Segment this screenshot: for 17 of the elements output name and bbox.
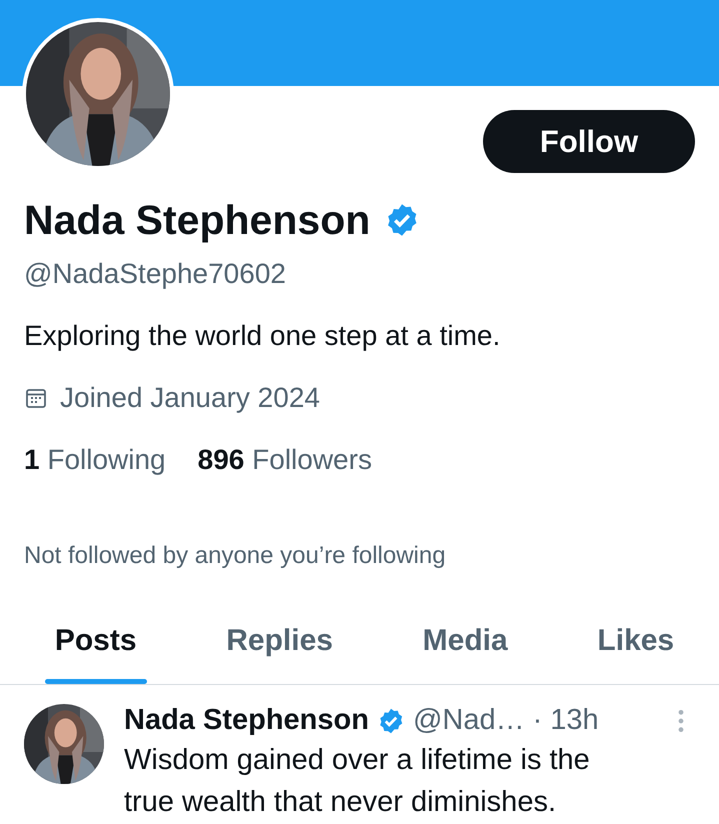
followed-by-note: Not followed by anyone you’re following bbox=[24, 542, 447, 570]
post-author-handle: @Nad… bbox=[412, 704, 525, 737]
profile-tab[interactable]: Replies bbox=[216, 606, 343, 684]
follow-button[interactable]: Follow bbox=[483, 110, 695, 173]
profile-tab[interactable]: Media bbox=[412, 606, 518, 684]
profile-bio: Exploring the world one step at a time. bbox=[24, 320, 502, 352]
profile-name: Nada Stephenson bbox=[24, 196, 370, 244]
profile-tab[interactable]: Posts bbox=[44, 606, 147, 684]
stat-link[interactable]: 1 Following bbox=[24, 444, 166, 476]
profile-handle: @NadaStephe70602 bbox=[24, 258, 287, 290]
profile-tab[interactable]: Likes bbox=[587, 606, 684, 684]
post-time: · 13h bbox=[532, 704, 599, 737]
joined-date: Joined January 2024 bbox=[60, 382, 320, 414]
post-text: Wisdom gained over a lifetime is the true wealth that never diminishes. bbox=[124, 743, 591, 820]
calendar-icon bbox=[24, 386, 48, 410]
post-author-name: Nada Stephenson bbox=[124, 704, 369, 737]
stat-link[interactable]: 896 Followers bbox=[198, 444, 372, 476]
